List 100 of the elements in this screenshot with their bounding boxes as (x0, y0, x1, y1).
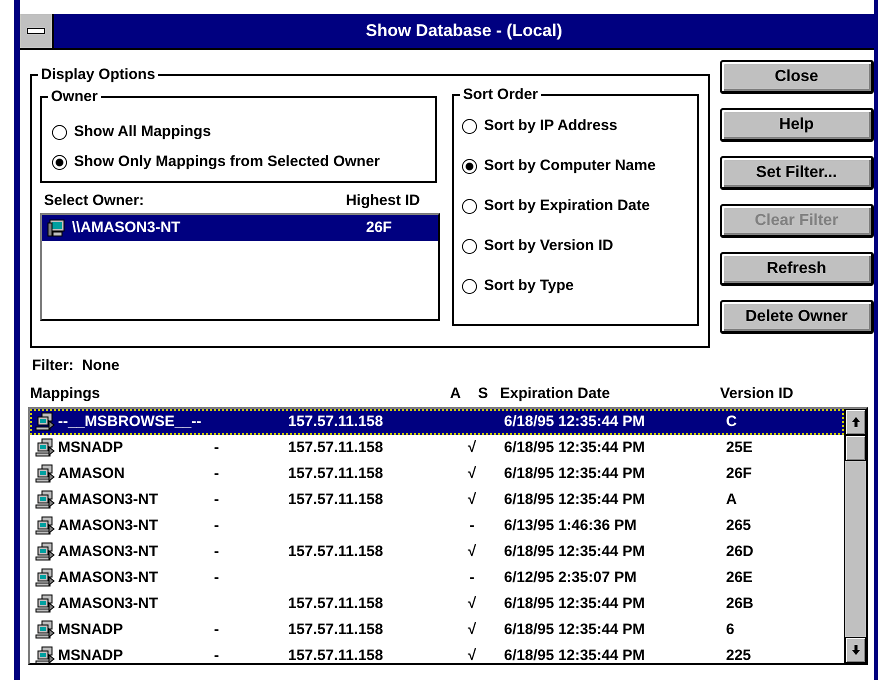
active-mark: √ (466, 464, 478, 484)
mapping-name: --__MSBROWSE__-- (58, 412, 202, 432)
version-id: C (726, 412, 738, 432)
ip-address: 157.57.11.158 (288, 412, 384, 432)
dialog-button[interactable]: Delete Owner (720, 300, 874, 334)
mapping-row[interactable]: AMASON3-NT - 157.57.11.158 √ 6/18/95 12:35:44 PM 26D (30, 539, 844, 565)
radio-button[interactable] (462, 198, 477, 214)
version-id: 6 (726, 620, 736, 640)
window-title: Show Database - (Local) (364, 20, 564, 42)
type-cell-text: - (214, 464, 220, 484)
version-id: 225 (726, 646, 752, 663)
mapping-row[interactable]: AMASON3-NT - - 6/13/95 1:46:36 PM 265 (30, 513, 844, 539)
mapping-row[interactable]: MSNADP - 157.57.11.158 √ 6/18/95 12:35:44 PM 225 (30, 643, 844, 663)
ip-address: 157.57.11.158 (288, 646, 384, 663)
type-cell-text: - (214, 646, 220, 663)
type-cell-text: - (214, 542, 220, 562)
column-header[interactable]: Expiration Date (500, 384, 720, 404)
version-id: A (726, 490, 738, 510)
expiration-date: 6/12/95 2:35:07 PM (504, 568, 638, 588)
radio-label[interactable]: Sort by Computer Name (484, 156, 656, 176)
owner-row[interactable]: \\AMASON3-NT 26F (42, 215, 438, 241)
mapping-row[interactable]: --__MSBROWSE__-- 157.57.11.158 6/18/95 12:35:44 PM C (30, 409, 844, 435)
group-title: Display Options (38, 65, 158, 85)
active-mark: √ (466, 490, 478, 510)
version-id: 26D (726, 542, 755, 562)
scroll-up-button[interactable] (845, 409, 866, 435)
down-arrow-icon (850, 644, 860, 656)
mappings-list[interactable] (28, 407, 868, 665)
scrollbar[interactable] (844, 409, 866, 663)
type-cell-text: - (214, 490, 220, 510)
dialog-button[interactable]: Refresh (720, 252, 874, 286)
expiration-date: 6/18/95 12:35:44 PM (504, 490, 646, 510)
type-cell-text: - (214, 620, 220, 640)
column-header[interactable]: S (478, 384, 500, 404)
computers-icon (34, 542, 56, 562)
scroll-thumb[interactable] (845, 435, 866, 461)
computers-icon (34, 412, 56, 432)
column-header[interactable]: A (450, 384, 478, 404)
ip-address: 157.57.11.158 (288, 542, 384, 562)
active-mark: √ (466, 620, 478, 640)
radio-label[interactable]: Sort by Expiration Date (484, 196, 650, 216)
active-mark: - (468, 568, 476, 588)
mapping-name: AMASON3-NT (58, 594, 159, 614)
expiration-date: 6/18/95 12:35:44 PM (504, 464, 646, 484)
mapping-row[interactable]: AMASON3-NT - 157.57.11.158 √ 6/18/95 12:35:44 PM A (30, 487, 844, 513)
mapping-name: AMASON3-NT (58, 542, 159, 562)
radio-button[interactable] (462, 118, 477, 134)
ip-address: 157.57.11.158 (288, 464, 384, 484)
radio-label[interactable]: Sort by Type (484, 276, 574, 296)
radio-button[interactable] (462, 238, 477, 254)
mapping-name: MSNADP (58, 646, 124, 663)
radio-button[interactable] (52, 154, 67, 170)
type-cell-text: - (214, 568, 220, 588)
mapping-name: AMASON3-NT (58, 516, 159, 536)
filter-status: Filter: None (32, 357, 120, 374)
column-header[interactable]: Mappings (30, 384, 450, 404)
radio-label[interactable]: Show All Mappings (74, 122, 211, 142)
mapping-name: AMASON3-NT (58, 568, 159, 588)
expiration-date: 6/18/95 12:35:44 PM (504, 620, 646, 640)
dialog-button[interactable]: Close (720, 60, 874, 94)
up-arrow-icon (850, 416, 860, 428)
active-mark: √ (466, 438, 478, 458)
radio-label[interactable]: Sort by Version ID (484, 236, 614, 256)
mapping-row[interactable]: MSNADP - 157.57.11.158 √ 6/18/95 12:35:44 PM 6 (30, 617, 844, 643)
owner-list[interactable]: \\AMASON3-NT 26F (40, 213, 440, 321)
active-mark: - (468, 516, 476, 536)
expiration-date: 6/13/95 1:46:36 PM (504, 516, 638, 536)
expiration-date: 6/18/95 12:35:44 PM (504, 594, 646, 614)
version-id: 25E (726, 438, 754, 458)
mapping-name: AMASON (58, 464, 126, 484)
expiration-date: 6/18/95 12:35:44 PM (504, 646, 646, 663)
scroll-down-button[interactable] (845, 637, 866, 663)
version-id: 26E (726, 568, 754, 588)
radio-label[interactable]: Sort by IP Address (484, 116, 618, 136)
mapping-name: AMASON3-NT (58, 490, 159, 510)
computers-icon (34, 516, 56, 536)
ip-address: 157.57.11.158 (288, 438, 384, 458)
expiration-date: 6/18/95 12:35:44 PM (504, 438, 646, 458)
column-header[interactable]: Version ID (720, 384, 820, 404)
computer-icon (46, 218, 66, 238)
computers-icon (34, 646, 56, 663)
radio-button[interactable] (52, 124, 67, 140)
computers-icon (34, 568, 56, 588)
computers-icon (34, 620, 56, 640)
radio-label[interactable]: Show Only Mappings from Selected Owner (74, 152, 380, 172)
expiration-date: 6/18/95 12:35:44 PM (504, 542, 646, 562)
radio-button[interactable] (462, 278, 477, 294)
radio-button[interactable] (462, 158, 477, 174)
dialog-button[interactable]: Help (720, 108, 874, 142)
expiration-date: 6/18/95 12:35:44 PM (504, 412, 646, 432)
ip-address: 157.57.11.158 (288, 620, 384, 640)
ip-address: 157.57.11.158 (288, 594, 384, 614)
mapping-row[interactable]: AMASON3-NT 157.57.11.158 √ 6/18/95 12:35:44 PM 26B (30, 591, 844, 617)
mapping-name: MSNADP (58, 438, 124, 458)
mapping-row[interactable]: MSNADP - 157.57.11.158 √ 6/18/95 12:35:44 PM 25E (30, 435, 844, 461)
mapping-row[interactable]: AMASON3-NT - - 6/12/95 2:35:07 PM 26E (30, 565, 844, 591)
dialog-button[interactable]: Set Filter... (720, 156, 874, 190)
version-id: 26F (726, 464, 753, 484)
system-menu-button[interactable] (20, 14, 54, 48)
mapping-row[interactable]: AMASON - 157.57.11.158 √ 6/18/95 12:35:44 PM 26F (30, 461, 844, 487)
